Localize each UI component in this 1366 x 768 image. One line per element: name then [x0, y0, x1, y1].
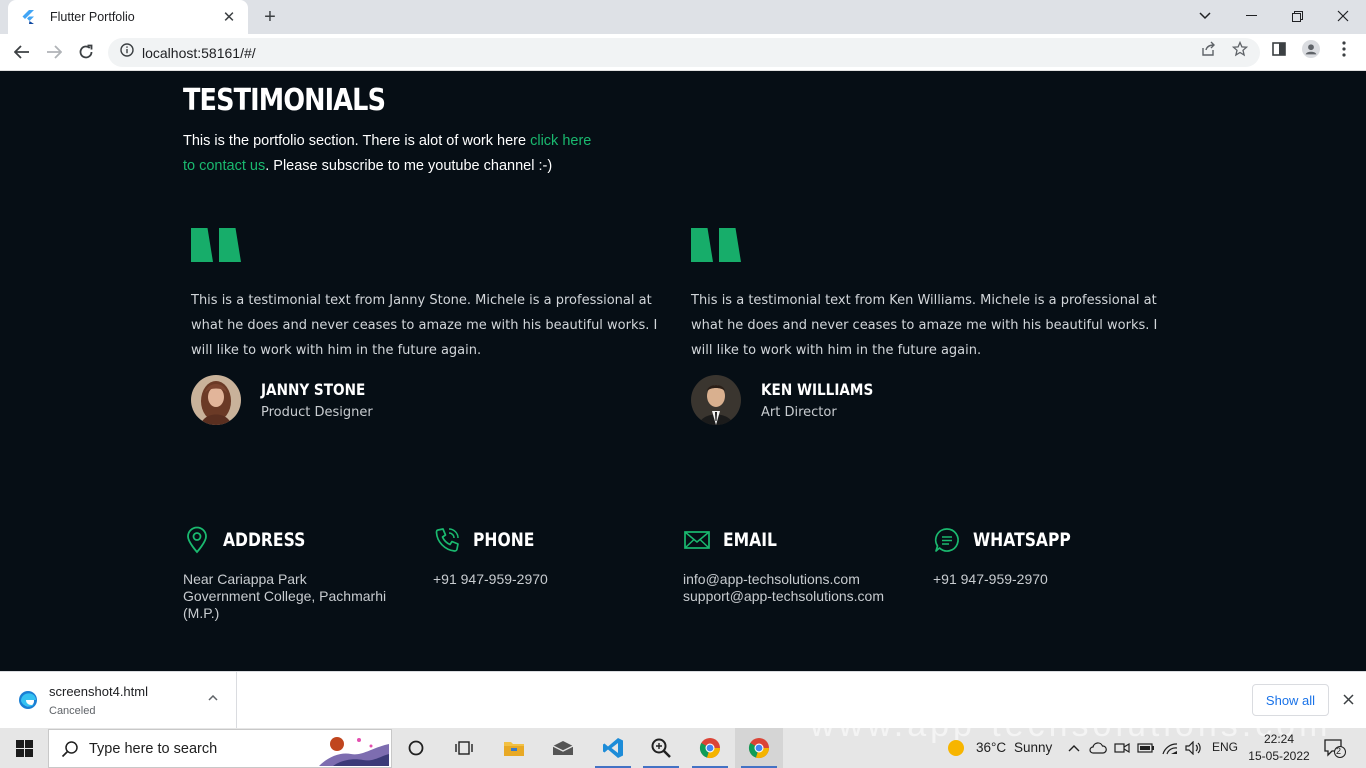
system-clock[interactable]: 22:24 15-05-2022 — [1248, 731, 1310, 765]
file-explorer-icon[interactable] — [490, 728, 538, 768]
notification-count: 2 — [1336, 746, 1342, 756]
share-icon[interactable] — [1199, 40, 1217, 58]
author-role: Art Director — [761, 405, 837, 420]
language-indicator[interactable]: ENG — [1212, 740, 1238, 754]
contact-title: ADDRESS — [223, 529, 306, 551]
restore-icon[interactable] — [1274, 0, 1320, 32]
chrome-icon[interactable] — [686, 728, 734, 768]
minimize-icon[interactable] — [1228, 0, 1274, 32]
edge-html-file-icon — [19, 691, 37, 709]
contact-line: +91 947-959-2970 — [933, 571, 1048, 587]
author-role: Product Designer — [261, 405, 373, 420]
search-placeholder: Type here to search — [89, 740, 218, 757]
close-tab-icon[interactable]: ✕ — [220, 8, 238, 26]
url-text: localhost:58161/#/ — [142, 44, 256, 61]
windows-start-icon[interactable] — [0, 728, 48, 768]
clock-time: 22:24 — [1263, 732, 1295, 746]
chevron-up-icon[interactable] — [205, 690, 221, 706]
volume-icon[interactable] — [1184, 738, 1204, 758]
quote-icon — [691, 228, 1181, 262]
search-highlight-icon — [319, 737, 389, 766]
kebab-menu-icon[interactable] — [1335, 40, 1353, 58]
download-item[interactable]: screenshot4.html Canceled — [0, 672, 237, 728]
battery-icon[interactable] — [1136, 738, 1156, 758]
back-arrow-icon[interactable] — [8, 38, 36, 66]
profile-avatar-icon[interactable] — [1302, 40, 1320, 58]
quote-icon — [191, 228, 681, 262]
task-view-icon[interactable] — [440, 728, 488, 768]
download-status: Canceled — [49, 705, 96, 717]
taskbar-search[interactable]: Type here to search — [48, 729, 392, 768]
flutter-logo-icon — [22, 9, 38, 25]
weather-desc[interactable]: Sunny — [1014, 740, 1052, 755]
contact-title: PHONE — [473, 529, 535, 551]
address-bar[interactable]: localhost:58161/#/ — [108, 38, 1260, 67]
reload-icon[interactable] — [72, 38, 100, 66]
magnifier-app-icon[interactable] — [637, 728, 685, 768]
download-file-name: screenshot4.html — [49, 684, 148, 699]
avatar — [691, 375, 741, 425]
taskbar: www.app-techsolutions.com Type here to s… — [0, 706, 1366, 768]
chrome-active-window-icon[interactable] — [735, 728, 783, 768]
weather-temp[interactable]: 36°C — [976, 740, 1006, 755]
contact-whatsapp: WHATSAPP +91 947-959-2970 — [933, 525, 1163, 588]
contact-phone: PHONE +91 947-959-2970 — [433, 525, 663, 588]
testimonial-card: This is a testimonial text from Janny St… — [191, 228, 681, 425]
contact-line: +91 947-959-2970 — [433, 571, 548, 587]
mail-icon — [684, 531, 710, 549]
notification-center-icon[interactable]: 2 — [1322, 738, 1348, 758]
location-pin-icon — [187, 526, 207, 554]
bookmark-star-icon[interactable] — [1231, 40, 1249, 58]
contact-title: EMAIL — [723, 529, 777, 551]
testimonial-text: This is a testimonial text from Janny St… — [191, 293, 658, 358]
section-title: TESTIMONIALS — [183, 83, 386, 118]
contact-line: Near Cariappa Park — [183, 571, 307, 587]
testimonial-author: KEN WILLIAMS Art Director — [691, 375, 1181, 425]
sun-weather-icon[interactable] — [946, 738, 966, 758]
contact-address: ADDRESS Near Cariappa Park Government Co… — [183, 525, 413, 622]
author-name: KEN WILLIAMS — [761, 380, 874, 399]
close-window-icon[interactable] — [1320, 0, 1366, 32]
author-name: JANNY STONE — [261, 380, 366, 399]
tab-title: Flutter Portfolio — [50, 10, 135, 24]
chevron-up-icon[interactable] — [1064, 738, 1084, 758]
clock-date: 15-05-2022 — [1248, 749, 1310, 763]
testimonial-author: JANNY STONE Product Designer — [191, 375, 681, 425]
testimonial-text: This is a testimonial text from Ken Will… — [691, 293, 1158, 358]
browser-tab[interactable]: Flutter Portfolio ✕ — [8, 0, 248, 34]
chat-icon — [934, 528, 959, 552]
mail-app-icon[interactable] — [539, 728, 587, 768]
meet-now-icon[interactable] — [1112, 738, 1132, 758]
task-view-cortana-icon[interactable] — [392, 728, 440, 768]
intro-text-end: . Please subscribe to me youtube channel… — [265, 158, 553, 174]
contact-line: Government College, Pachmarhi (M.P.) — [183, 588, 387, 621]
tab-search-chevron-icon[interactable] — [1182, 0, 1228, 32]
page-content: TESTIMONIALS This is the portfolio secti… — [0, 71, 1366, 671]
cloud-sync-icon[interactable] — [1088, 738, 1108, 758]
contact-title: WHATSAPP — [973, 529, 1071, 551]
intro-text-start: This is the portfolio section. There is … — [183, 133, 531, 149]
vscode-icon[interactable] — [589, 728, 637, 768]
wifi-icon[interactable] — [1160, 738, 1180, 758]
avatar — [191, 375, 241, 425]
testimonial-card: This is a testimonial text from Ken Will… — [691, 228, 1181, 425]
contact-email: EMAIL info@app-techsolutions.com support… — [683, 525, 913, 605]
contact-line[interactable]: support@app-techsolutions.com — [683, 588, 913, 605]
contact-line[interactable]: info@app-techsolutions.com — [683, 571, 913, 588]
search-icon — [61, 740, 78, 757]
phone-icon — [435, 528, 459, 552]
new-tab-button[interactable]: + — [258, 5, 282, 29]
intro-text: This is the portfolio section. There is … — [183, 129, 593, 179]
tab-strip: Flutter Portfolio ✕ + — [0, 0, 1366, 34]
site-info-icon[interactable] — [120, 43, 134, 62]
close-download-bar-icon[interactable] — [1338, 688, 1358, 710]
browser-toolbar: localhost:58161/#/ — [0, 34, 1366, 71]
side-panel-icon[interactable] — [1270, 40, 1288, 58]
forward-arrow-icon[interactable] — [40, 38, 68, 66]
